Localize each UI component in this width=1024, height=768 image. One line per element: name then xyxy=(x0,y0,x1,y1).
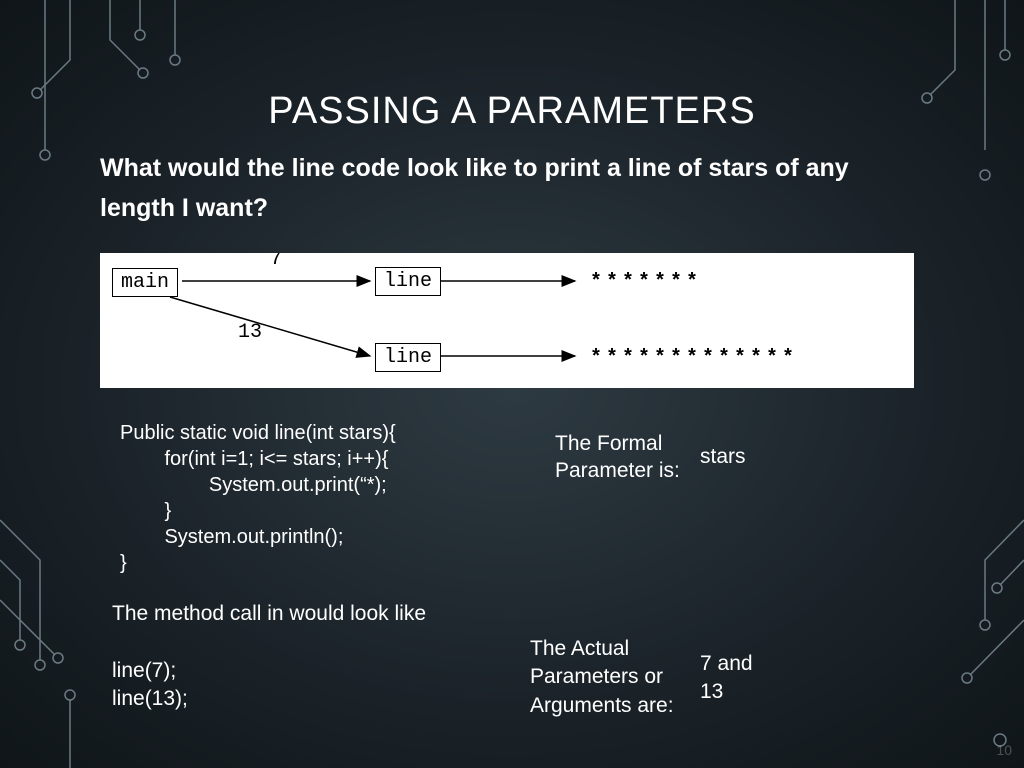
slide-question: What would the line code look like to pr… xyxy=(0,133,1024,228)
flow-diagram: main 7 13 line line ******* ************… xyxy=(100,253,914,388)
page-number: 10 xyxy=(996,742,1012,758)
code-block: Public static void line(int stars){ for(… xyxy=(120,420,396,576)
slide-title: PASSING A PARAMETERS xyxy=(0,0,1024,133)
diagram-arrows xyxy=(100,253,914,388)
actual-param-label: The Actual Parameters or Arguments are: xyxy=(530,635,674,720)
formal-param-label: The Formal Parameter is: xyxy=(555,430,680,485)
formal-param-value: stars xyxy=(700,445,746,469)
method-call-text: The method call in would look like line(… xyxy=(112,600,426,713)
actual-param-value: 7 and 13 xyxy=(700,650,753,707)
